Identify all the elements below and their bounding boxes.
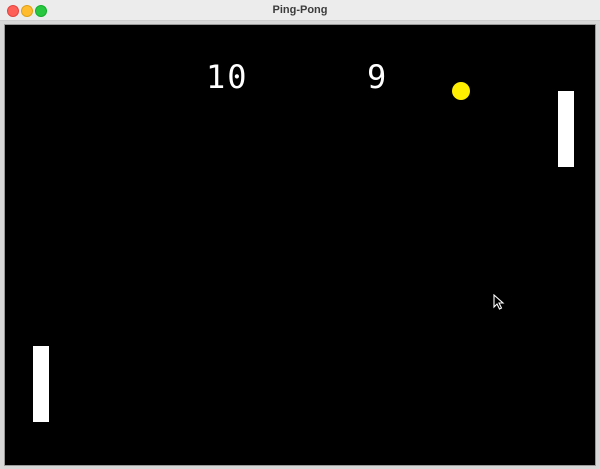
right-player-score: 9 bbox=[367, 58, 389, 96]
left-paddle bbox=[33, 346, 49, 422]
left-player-score: 10 bbox=[206, 58, 249, 96]
right-paddle bbox=[558, 91, 574, 167]
ball bbox=[452, 82, 470, 100]
arrow-cursor-icon bbox=[493, 294, 505, 310]
title-bar[interactable]: Ping-Pong bbox=[0, 0, 600, 21]
app-window: Ping-Pong 10 9 bbox=[0, 0, 600, 469]
window-title: Ping-Pong bbox=[272, 4, 328, 16]
game-canvas[interactable] bbox=[4, 24, 596, 466]
